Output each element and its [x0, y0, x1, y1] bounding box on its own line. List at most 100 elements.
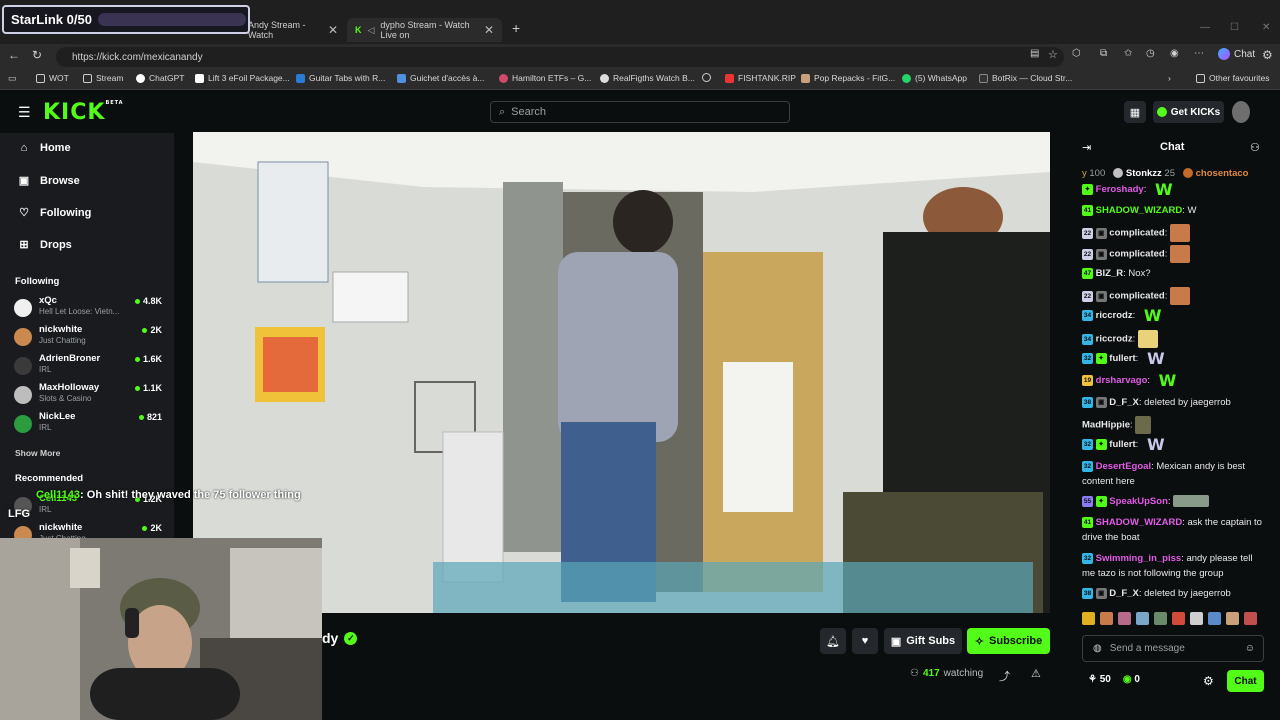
muted-speaker-icon[interactable]: ◁: [368, 25, 375, 36]
chat-username[interactable]: MadHippie: [1082, 420, 1130, 431]
dashboard-icon[interactable]: ▦: [1124, 101, 1146, 123]
chat-message[interactable]: 55 ✦ SpeakUpSon:: [1082, 494, 1266, 509]
maximize-icon[interactable]: ☐: [1230, 22, 1239, 33]
menu-dots-icon[interactable]: ⋯: [1194, 48, 1204, 59]
chat-message[interactable]: 32 ✦ fullert: W: [1082, 351, 1266, 367]
bookmark-item[interactable]: [702, 73, 711, 82]
reload-icon[interactable]: ↻: [32, 48, 42, 62]
nav-following[interactable]: ♡ Following: [18, 206, 91, 220]
chat-message[interactable]: 41 SHADOW_WIZARD: W: [1082, 203, 1266, 218]
search-input[interactable]: ⌕ Search: [490, 101, 790, 123]
chat-users-icon[interactable]: ⚇: [1250, 141, 1260, 154]
chat-username[interactable]: riccrodz: [1096, 334, 1133, 345]
reader-icon[interactable]: ▤: [1030, 48, 1039, 59]
emote-button[interactable]: [1172, 612, 1185, 625]
hamburger-menu-icon[interactable]: ☰: [18, 104, 31, 121]
settings-icon[interactable]: ⚙: [1262, 48, 1273, 62]
history-icon[interactable]: ◷: [1146, 48, 1155, 59]
chat-username[interactable]: complicated: [1109, 228, 1164, 239]
channel-points[interactable]: ⚘ 50: [1088, 674, 1111, 685]
get-kicks-button[interactable]: Get KICKs: [1153, 101, 1224, 123]
close-tab-icon[interactable]: ✕: [484, 23, 494, 37]
minimize-icon[interactable]: —: [1200, 22, 1210, 33]
chat-username[interactable]: BIZ_R: [1096, 268, 1123, 279]
chat-username[interactable]: Swimming_in_piss: [1096, 553, 1182, 564]
close-tab-icon[interactable]: ✕: [328, 23, 338, 37]
emote-button[interactable]: [1100, 612, 1113, 625]
emote-button[interactable]: [1244, 612, 1257, 625]
emote-button[interactable]: [1136, 612, 1149, 625]
chat-message[interactable]: 38 ▣ D_F_X: deleted by jaegerrob: [1082, 586, 1266, 601]
tab-actions-icon[interactable]: ▭: [8, 73, 17, 84]
split-icon[interactable]: ⧉: [1100, 48, 1107, 59]
copilot-chat-button[interactable]: Chat: [1218, 48, 1255, 60]
other-favourites[interactable]: Other favourites: [1196, 73, 1269, 83]
bookmark-item[interactable]: Hamilton ETFs – G...: [499, 73, 591, 83]
new-tab-icon[interactable]: +: [512, 20, 520, 36]
emote-button[interactable]: [1082, 612, 1095, 625]
favorites-icon[interactable]: ✩: [1124, 48, 1132, 59]
browser-tab-active[interactable]: K ◁ dypho Stream - Watch Live on ✕: [347, 18, 502, 42]
chat-settings-icon[interactable]: ◍: [1093, 643, 1102, 654]
streamer-name[interactable]: dy ✓: [322, 630, 358, 646]
emote-button[interactable]: [1226, 612, 1239, 625]
show-more-link[interactable]: Show More: [15, 448, 60, 458]
extensions-icon[interactable]: ⬡: [1072, 48, 1081, 59]
chat-input[interactable]: ◍ Send a message ☺: [1082, 635, 1264, 662]
bookmark-item[interactable]: (5) WhatsApp: [902, 73, 967, 83]
chat-message[interactable]: 32 Swimming_in_piss: andy please tell me…: [1082, 551, 1266, 581]
chat-username[interactable]: DesertEgoal: [1096, 461, 1151, 472]
chat-username[interactable]: fullert: [1109, 439, 1135, 450]
following-channel[interactable]: MaxHolloway Slots & Casino 1.1K: [14, 382, 162, 408]
follow-heart-button[interactable]: ♥: [852, 628, 878, 654]
leaderboard-entry[interactable]: y 100: [1082, 168, 1105, 179]
chat-username[interactable]: SpeakUpSon: [1109, 496, 1168, 507]
leaderboard-entry[interactable]: Stonkzz 25: [1113, 168, 1175, 179]
chat-username[interactable]: Feroshady: [1096, 184, 1144, 195]
leaderboard-entry[interactable]: chosentaco: [1183, 168, 1248, 179]
bookmark-item[interactable]: Pop Repacks - FitG...: [801, 73, 895, 83]
chat-username[interactable]: riccrodz: [1096, 310, 1133, 321]
chat-username[interactable]: D_F_X: [1109, 588, 1139, 599]
share-icon[interactable]: ⤴: [999, 668, 1010, 684]
user-avatar[interactable]: [1232, 101, 1250, 123]
following-channel[interactable]: nickwhite Just Chatting 2K: [14, 324, 162, 350]
chat-message[interactable]: 22 ▣ complicated:: [1082, 224, 1266, 242]
bookmark-item[interactable]: Lift 3 eFoil Package...: [195, 73, 290, 83]
chat-username[interactable]: fullert: [1109, 353, 1135, 364]
following-channel[interactable]: xQc Hell Let Loose: Vietn... 4.8K: [14, 295, 162, 321]
chat-username[interactable]: drsharvago: [1096, 375, 1148, 386]
kicks-balance[interactable]: ◉ 0: [1123, 674, 1140, 685]
emote-button[interactable]: [1154, 612, 1167, 625]
following-channel[interactable]: AdrienBroner IRL 1.6K: [14, 353, 162, 379]
chat-settings-gear-icon[interactable]: ⚙: [1203, 674, 1214, 688]
chat-message[interactable]: 38 ▣ D_F_X: deleted by jaegerrob: [1082, 395, 1266, 410]
bookmark-item[interactable]: BotRix — Cloud Str...: [979, 73, 1072, 83]
bookmarks-overflow-icon[interactable]: ›: [1168, 73, 1171, 83]
chat-message[interactable]: MadHippie:: [1082, 416, 1266, 434]
bookmark-star-icon[interactable]: ☆: [1048, 48, 1058, 61]
chat-username[interactable]: SHADOW_WIZARD: [1096, 517, 1183, 528]
bookmark-item[interactable]: Stream: [83, 73, 123, 83]
chat-message[interactable]: 22 ▣ complicated:: [1082, 287, 1266, 305]
subscribe-button[interactable]: ✧ Subscribe: [967, 628, 1050, 654]
collapse-chat-icon[interactable]: ⇥: [1082, 141, 1091, 154]
url-field[interactable]: https://kick.com/mexicanandy: [56, 47, 1064, 67]
gift-subs-button[interactable]: ▣ Gift Subs: [884, 628, 962, 654]
emoji-picker-icon[interactable]: ☺: [1245, 643, 1255, 654]
report-warning-icon[interactable]: ⚠: [1031, 667, 1041, 680]
chat-message[interactable]: 47 BIZ_R: Nox?: [1082, 266, 1266, 281]
chat-message[interactable]: 32 DesertEgoal: Mexican andy is best con…: [1082, 459, 1266, 489]
chat-username[interactable]: complicated: [1109, 249, 1164, 260]
bookmark-item[interactable]: RealFigths Watch B...: [600, 73, 695, 83]
chat-message[interactable]: 22 ▣ complicated:: [1082, 245, 1266, 263]
bookmark-item[interactable]: Guichet d'accès à...: [397, 73, 484, 83]
chat-username[interactable]: D_F_X: [1109, 397, 1139, 408]
browser-tab[interactable]: Andy Stream - Watch ✕: [240, 18, 346, 42]
kick-logo[interactable]: KICKBETA: [43, 100, 124, 125]
chat-message[interactable]: 34 riccrodz:: [1082, 330, 1266, 348]
emote-button[interactable]: [1118, 612, 1131, 625]
chat-username[interactable]: complicated: [1109, 291, 1164, 302]
notification-bell-button[interactable]: 🔔︎: [820, 628, 846, 654]
bookmark-item[interactable]: WOT: [36, 73, 69, 83]
